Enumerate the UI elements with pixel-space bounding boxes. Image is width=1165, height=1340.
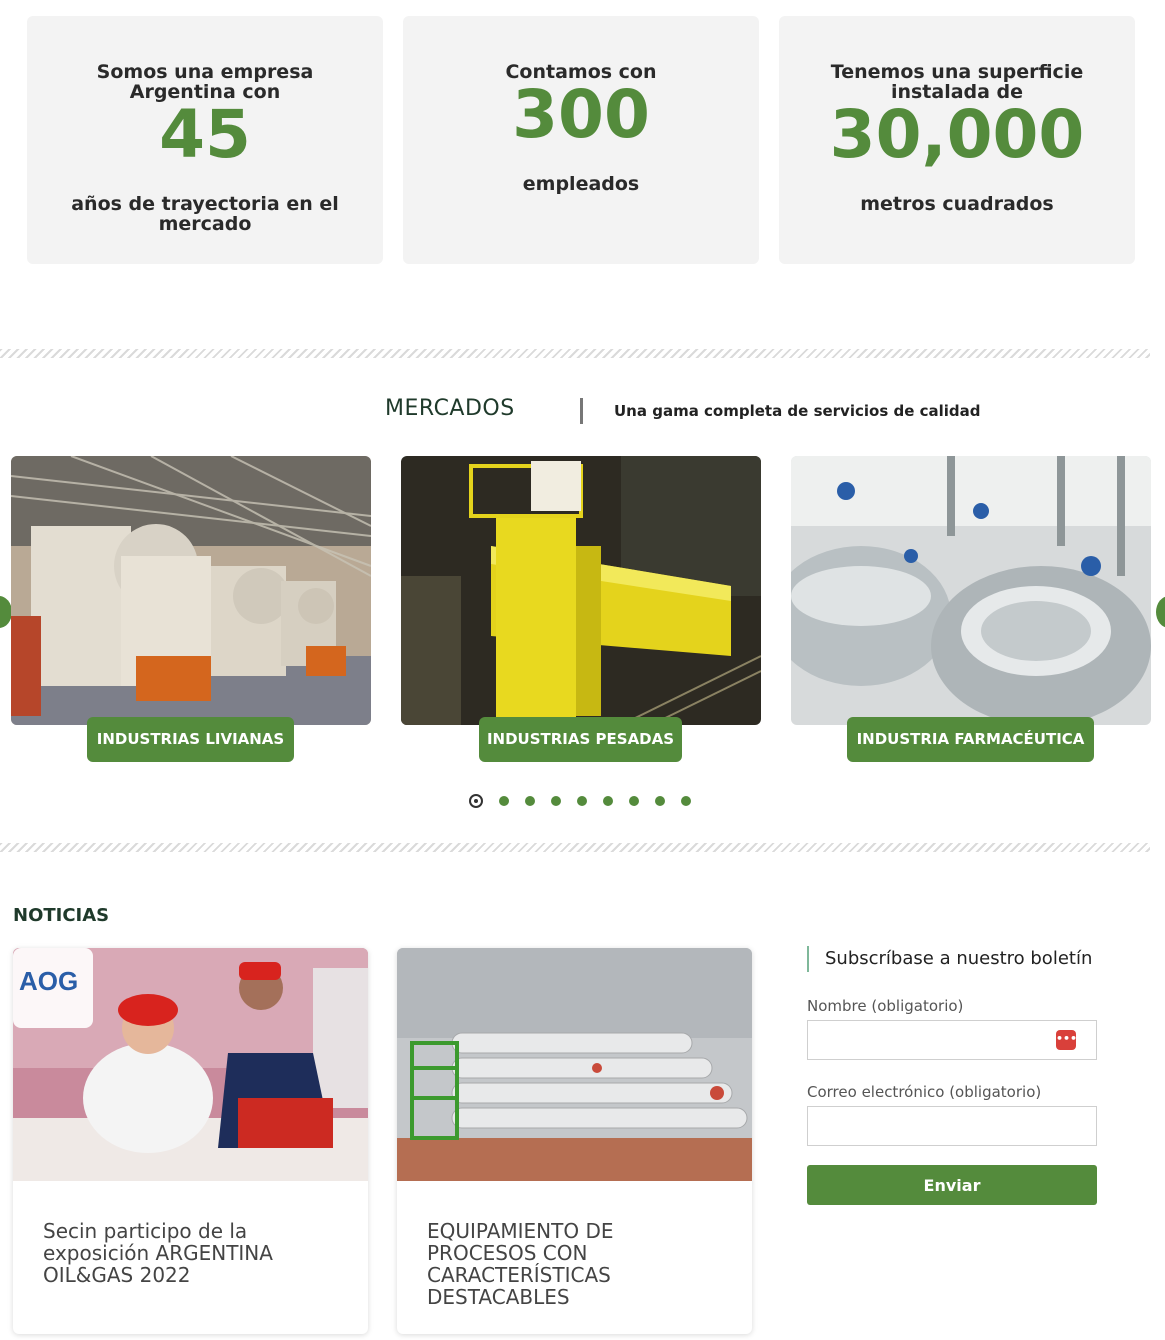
carousel-dot[interactable] — [681, 796, 691, 806]
stat-number: 45 — [159, 96, 251, 173]
news-card-equipamiento[interactable]: EQUIPAMIENTO DE PROCESOS CON CARACTERÍST… — [397, 948, 752, 1334]
stat-card-employees: Contamos con 300 empleados — [403, 16, 759, 264]
section-divider — [0, 349, 1150, 358]
title-separator — [580, 398, 583, 424]
mercados-subtitle: Una gama completa de servicios de calida… — [614, 402, 981, 420]
stat-text-after: empleados — [522, 173, 640, 195]
gas-cylinders-image — [397, 948, 752, 1181]
carousel-dot[interactable] — [499, 796, 509, 806]
news-title[interactable]: EQUIPAMIENTO DE PROCESOS CON CARACTERÍST… — [427, 1220, 728, 1308]
news-title[interactable]: Secin participo de la exposición ARGENTI… — [43, 1220, 344, 1286]
expo-chefs-image: AOG — [13, 948, 368, 1181]
submit-button[interactable]: Enviar — [807, 1165, 1097, 1205]
stat-text-after: años de trayectoria en el mercado — [71, 193, 339, 235]
market-button-livianas[interactable]: INDUSTRIAS LIVIANAS — [87, 717, 294, 762]
carousel-dot[interactable] — [629, 796, 639, 806]
market-image-farmaceutica[interactable] — [791, 456, 1151, 725]
market-button-pesadas[interactable]: INDUSTRIAS PESADAS — [479, 717, 682, 762]
carousel-next-arrow[interactable] — [1156, 596, 1165, 628]
mercados-title: MERCADOS — [385, 396, 515, 421]
email-label: Correo electrónico (obligatorio) — [807, 1083, 1042, 1101]
yellow-crane-image — [401, 456, 761, 725]
section-divider — [0, 843, 1150, 852]
stat-text-after: metros cuadrados — [860, 193, 1054, 215]
market-image-pesadas[interactable] — [401, 456, 761, 725]
carousel-dots — [469, 794, 691, 808]
name-field[interactable] — [807, 1020, 1097, 1060]
aog-badge: AOG — [19, 966, 78, 996]
carousel-dot[interactable] — [525, 796, 535, 806]
market-button-farmaceutica[interactable]: INDUSTRIA FARMACÉUTICA — [847, 717, 1094, 762]
password-manager-icon[interactable]: ••• — [1056, 1030, 1077, 1050]
name-label: Nombre (obligatorio) — [807, 997, 964, 1015]
noticias-heading: NOTICIAS — [13, 905, 110, 926]
stat-number: 30,000 — [829, 96, 1085, 173]
carousel-dot[interactable] — [551, 796, 561, 806]
newsletter-title: Subscríbase a nuestro boletín — [807, 946, 1092, 972]
steel-tanks-image — [791, 456, 1151, 725]
carousel-dot[interactable] — [655, 796, 665, 806]
news-card-expo[interactable]: AOG Secin participo de la exposición ARG… — [13, 948, 368, 1334]
carousel-dot[interactable] — [577, 796, 587, 806]
carousel-dot[interactable] — [603, 796, 613, 806]
email-field[interactable] — [807, 1106, 1097, 1146]
stat-card-surface: Tenemos una superficie instalada de 30,0… — [779, 16, 1135, 264]
stat-card-years: Somos una empresa Argentina con 45 años … — [27, 16, 383, 264]
carousel-dot[interactable] — [469, 794, 483, 808]
factory-presses-image — [11, 456, 371, 725]
stat-number: 300 — [512, 76, 650, 153]
market-image-livianas[interactable] — [11, 456, 371, 725]
